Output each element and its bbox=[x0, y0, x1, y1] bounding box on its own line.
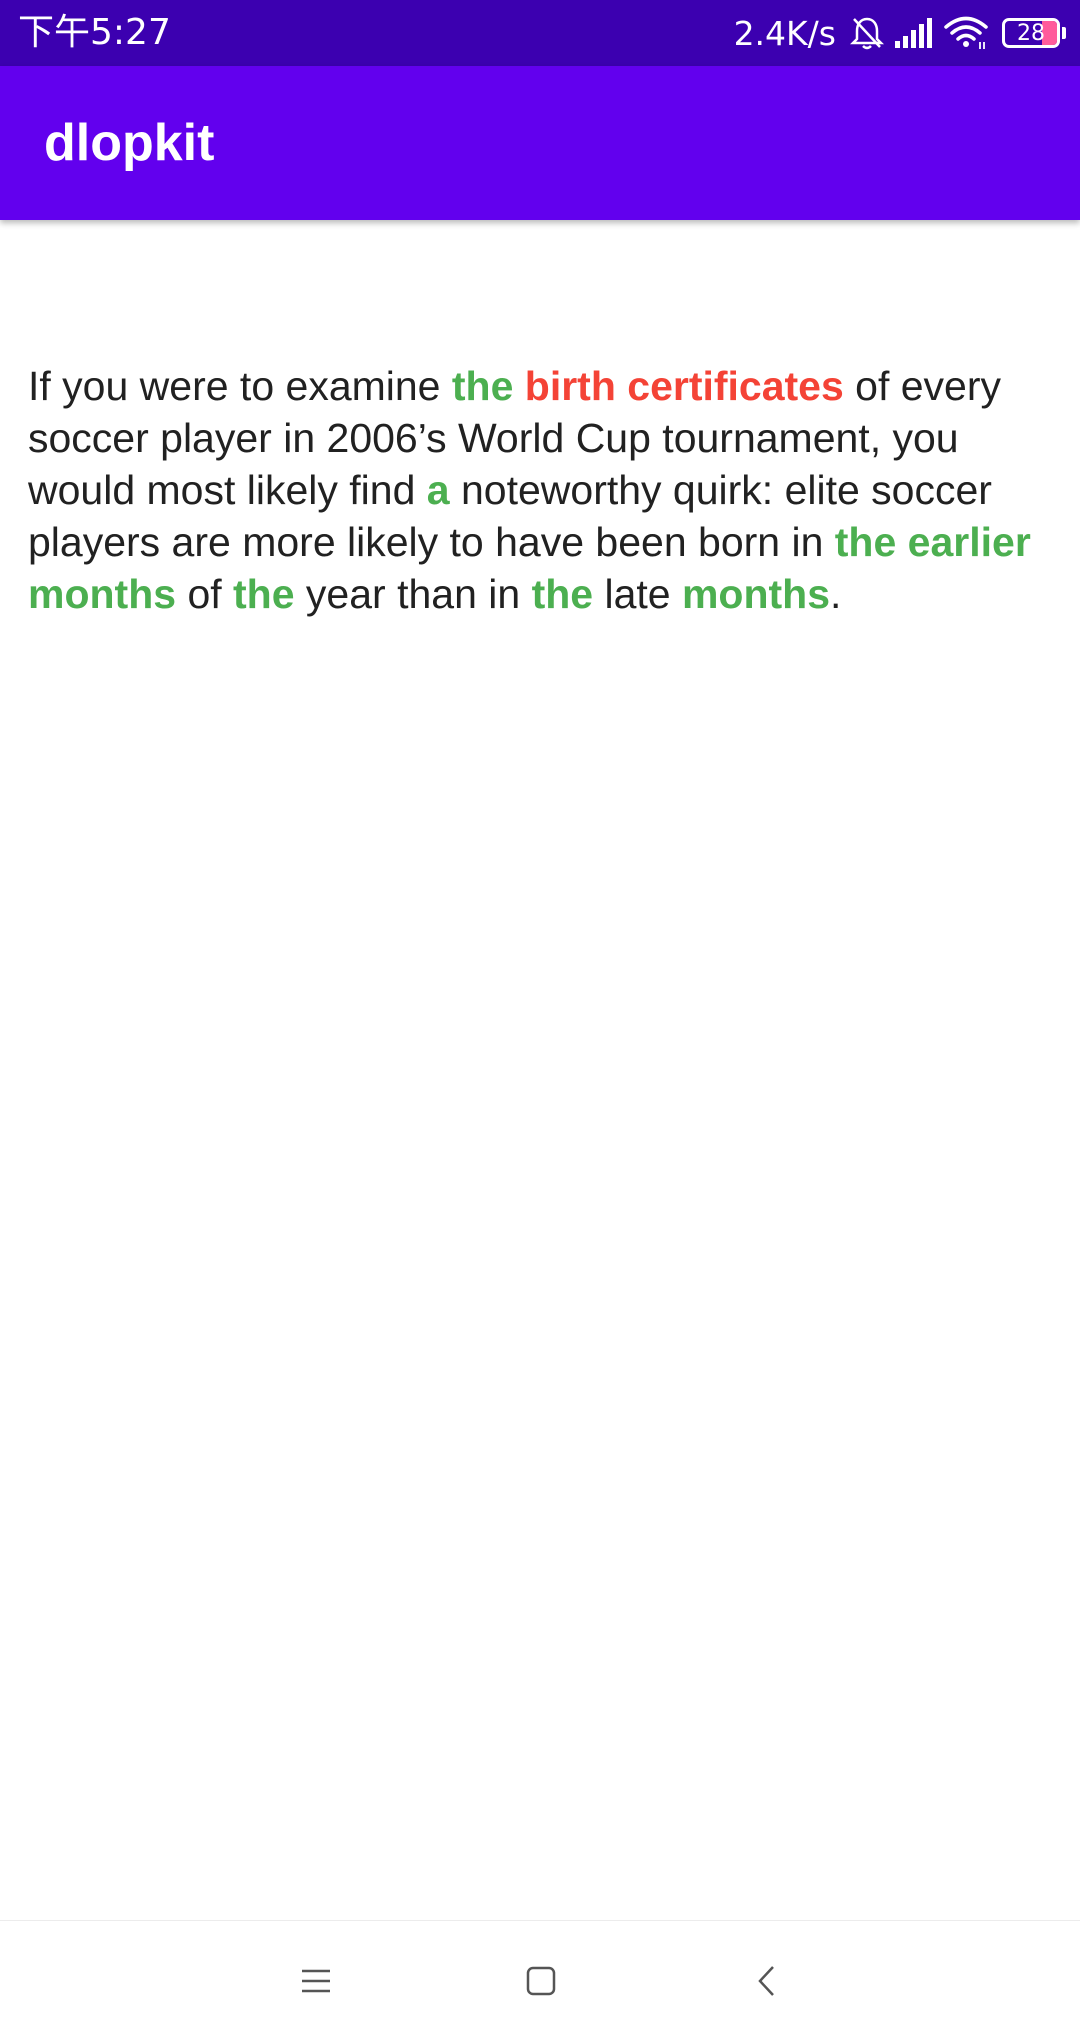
text-segment: year than in bbox=[294, 571, 532, 617]
highlighted-word: a bbox=[426, 467, 450, 513]
highlighted-word: the bbox=[451, 363, 514, 409]
text-segment: of bbox=[176, 571, 234, 617]
text-segment: If you were to examine bbox=[28, 363, 452, 409]
app-title: dlopkit bbox=[44, 114, 215, 172]
battery-icon: 28 bbox=[1002, 18, 1060, 48]
battery-nub bbox=[1062, 27, 1066, 39]
signal-icon bbox=[894, 17, 934, 49]
home-icon bbox=[525, 1965, 557, 2002]
highlighted-word: the bbox=[531, 571, 594, 617]
highlighted-phrase-red: birth certificates bbox=[524, 363, 844, 409]
navigation-bar bbox=[0, 1920, 1080, 2041]
back-icon bbox=[755, 1964, 779, 2003]
highlighted-word: the bbox=[233, 571, 295, 617]
app-bar: dlopkit bbox=[0, 66, 1080, 220]
battery-level: 28 bbox=[1017, 20, 1045, 46]
text-segment bbox=[513, 363, 524, 409]
home-button[interactable] bbox=[501, 1943, 581, 2023]
text-segment: . bbox=[830, 571, 842, 617]
highlighted-word: months bbox=[681, 571, 830, 617]
wifi-icon bbox=[944, 16, 988, 50]
menu-button[interactable] bbox=[276, 1943, 356, 2023]
text-segment: late bbox=[593, 571, 682, 617]
status-bar: 下午5:27 2.4K/s 28 bbox=[0, 0, 1080, 66]
network-speed: 2.4K/s bbox=[733, 13, 836, 53]
menu-icon bbox=[300, 1967, 332, 2000]
status-time: 下午5:27 bbox=[18, 12, 171, 53]
back-button[interactable] bbox=[727, 1943, 807, 2023]
bell-off-icon bbox=[850, 15, 884, 51]
highlighted-paragraph: If you were to examine the birth certifi… bbox=[28, 360, 1058, 620]
status-indicators: 2.4K/s 28 bbox=[734, 0, 1066, 66]
